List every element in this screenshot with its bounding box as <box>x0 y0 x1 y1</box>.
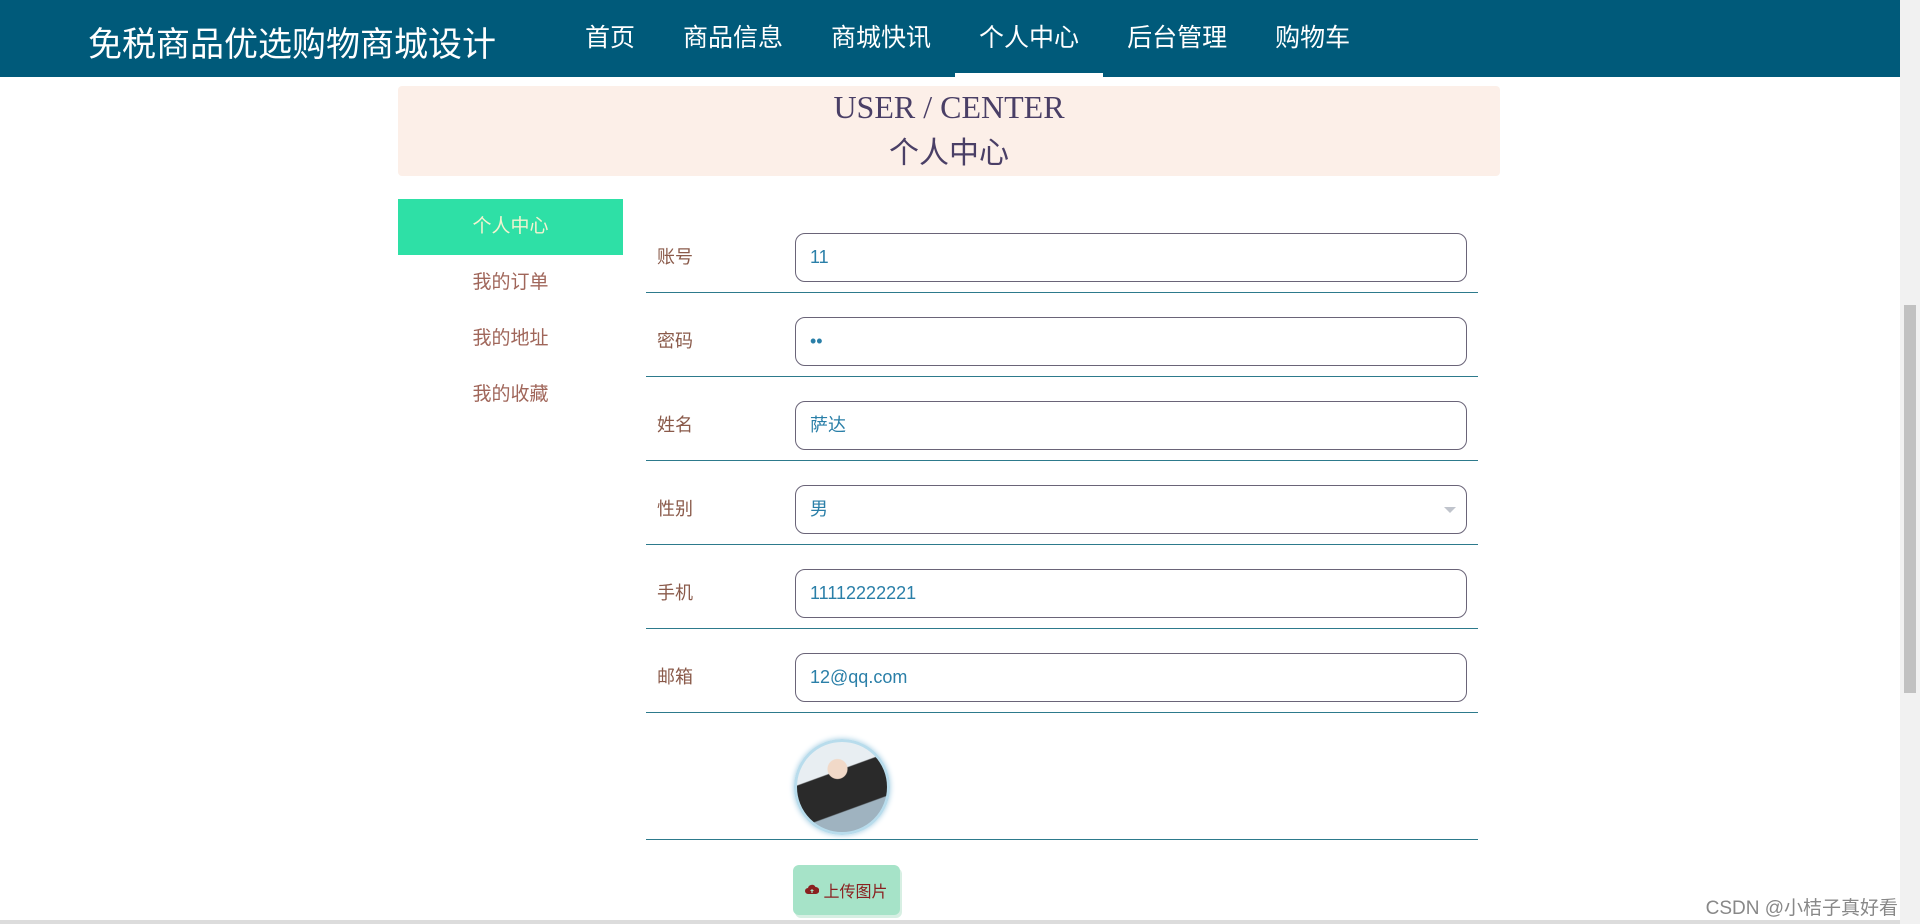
form-row-avatar <box>646 713 1478 840</box>
phone-input[interactable]: 11112222221 <box>795 569 1467 618</box>
upload-image-button[interactable]: 上传图片 <box>793 865 900 915</box>
main-menu: 首页 商品信息 商城快讯 个人中心 后台管理 购物车 <box>561 0 1374 77</box>
nav-products[interactable]: 商品信息 <box>659 0 807 77</box>
nav-news[interactable]: 商城快讯 <box>807 0 955 77</box>
avatar <box>794 739 890 835</box>
form-row-gender: 性别 男 <box>646 461 1478 545</box>
page-banner: USER / CENTER 个人中心 <box>398 86 1500 176</box>
gender-label: 性别 <box>657 499 693 519</box>
vertical-scrollbar[interactable] <box>1900 0 1920 924</box>
form-row-email: 邮箱 12@qq.com <box>646 629 1478 713</box>
banner-title-cn: 个人中心 <box>889 137 1009 170</box>
sidebar-item-addresses[interactable]: 我的地址 <box>398 311 623 367</box>
password-label: 密码 <box>657 331 693 351</box>
sidebar-item-orders[interactable]: 我的订单 <box>398 255 623 311</box>
nav-user-center[interactable]: 个人中心 <box>955 0 1104 77</box>
brand-title: 免税商品优选购物商城设计 <box>88 26 496 64</box>
sidebar: 个人中心 我的订单 我的地址 我的收藏 <box>398 199 623 423</box>
email-input[interactable]: 12@qq.com <box>795 653 1467 702</box>
nav-admin[interactable]: 后台管理 <box>1103 0 1251 77</box>
name-input[interactable]: 萨达 <box>795 401 1467 450</box>
scrollbar-thumb[interactable] <box>1904 305 1916 693</box>
profile-form: 账号 11 密码 •• 姓名 萨达 性别 男 手机 11112222221 邮箱… <box>646 209 1478 840</box>
form-row-name: 姓名 萨达 <box>646 377 1478 461</box>
name-label: 姓名 <box>657 415 693 435</box>
form-row-account: 账号 11 <box>646 209 1478 293</box>
top-nav: 免税商品优选购物商城设计 首页 商品信息 商城快讯 个人中心 后台管理 购物车 <box>0 0 1900 77</box>
gender-value: 男 <box>810 499 828 519</box>
horizontal-scrollbar[interactable] <box>0 920 1900 924</box>
sidebar-item-user-center[interactable]: 个人中心 <box>398 199 623 255</box>
form-row-password: 密码 •• <box>646 293 1478 377</box>
account-input[interactable]: 11 <box>795 233 1467 282</box>
cloud-upload-icon <box>805 884 820 894</box>
email-label: 邮箱 <box>657 667 693 687</box>
sidebar-item-favorites[interactable]: 我的收藏 <box>398 367 623 423</box>
account-label: 账号 <box>657 247 693 267</box>
password-input[interactable]: •• <box>795 317 1467 366</box>
watermark: CSDN @小桔子真好看 <box>1705 898 1898 919</box>
nav-home[interactable]: 首页 <box>561 0 659 77</box>
phone-label: 手机 <box>657 583 693 603</box>
form-row-phone: 手机 11112222221 <box>646 545 1478 629</box>
nav-cart[interactable]: 购物车 <box>1251 0 1374 77</box>
upload-label: 上传图片 <box>823 884 888 901</box>
gender-select[interactable]: 男 <box>795 485 1467 534</box>
banner-title-en: USER / CENTER <box>833 89 1065 125</box>
chevron-down-icon <box>1444 507 1456 513</box>
